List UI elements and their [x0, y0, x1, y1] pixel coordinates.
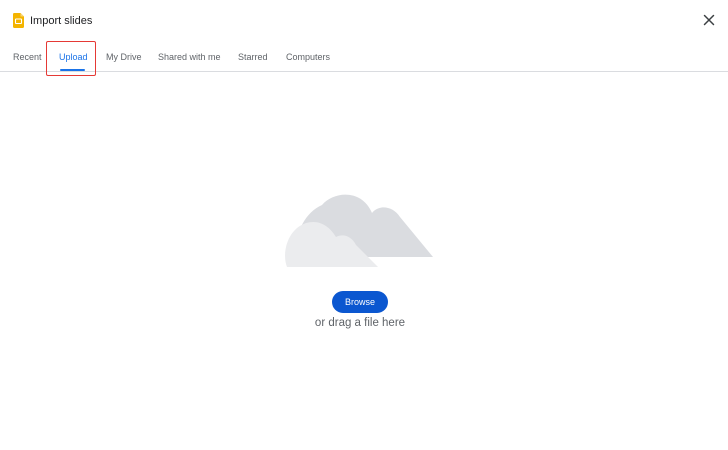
tab-upload[interactable]: Upload	[59, 44, 88, 71]
drag-drop-hint: or drag a file here	[314, 317, 406, 329]
tab-my-drive[interactable]: My Drive	[106, 44, 142, 71]
tab-recent[interactable]: Recent	[13, 44, 42, 71]
cloud-icon	[282, 185, 437, 270]
close-button[interactable]	[700, 13, 718, 31]
google-slides-icon	[13, 13, 24, 28]
import-slides-dialog: Import slides Recent Upload My Drive Sha…	[0, 0, 728, 450]
close-icon	[703, 13, 715, 31]
active-tab-indicator	[60, 69, 85, 71]
tab-shared-with-me[interactable]: Shared with me	[158, 44, 221, 71]
dialog-title: Import slides	[30, 15, 93, 27]
browse-button[interactable]: Browse	[332, 291, 388, 313]
tab-bar: Recent Upload My Drive Shared with me St…	[0, 44, 728, 72]
dialog-header: Import slides	[0, 0, 728, 44]
tab-starred[interactable]: Starred	[238, 44, 268, 71]
tab-computers[interactable]: Computers	[286, 44, 330, 71]
